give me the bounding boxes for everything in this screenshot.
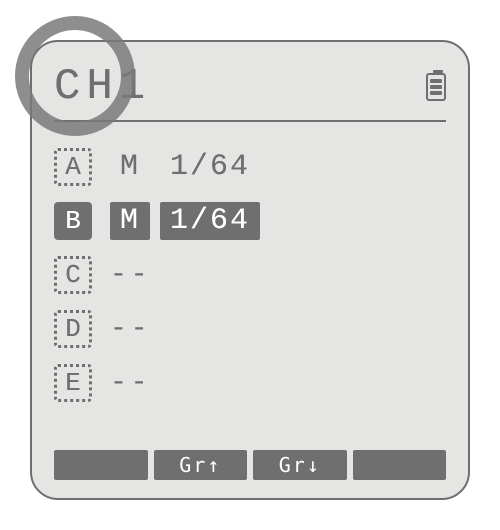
group-empty: --	[110, 260, 152, 291]
group-badge: A	[54, 148, 92, 186]
group-values: M 1/64	[110, 202, 260, 240]
group-mode: M	[110, 202, 150, 240]
group-empty: --	[110, 368, 152, 399]
battery-icon	[426, 73, 446, 101]
softkey-bar: Gr↑ Gr↓	[54, 450, 446, 480]
group-badge: B	[54, 202, 92, 240]
group-badge: D	[54, 310, 92, 348]
softkey-1[interactable]	[54, 450, 148, 480]
group-row-d[interactable]: D --	[54, 302, 446, 356]
group-row-c[interactable]: C --	[54, 248, 446, 302]
group-ratio: 1/64	[160, 202, 260, 240]
group-row-e[interactable]: E --	[54, 356, 446, 410]
group-badge: E	[54, 364, 92, 402]
group-values: M 1/64	[110, 148, 260, 186]
header-bar: CH1	[54, 62, 446, 122]
channel-title: CH1	[54, 62, 151, 112]
softkey-2-group-up[interactable]: Gr↑	[154, 450, 248, 480]
group-mode: M	[110, 148, 150, 186]
group-ratio: 1/64	[160, 148, 260, 186]
softkey-4[interactable]	[353, 450, 447, 480]
device-screen: CH1 A M 1/64 B M 1/64 C	[30, 40, 470, 500]
group-row-b[interactable]: B M 1/64	[54, 194, 446, 248]
group-empty: --	[110, 314, 152, 345]
group-row-a[interactable]: A M 1/64	[54, 140, 446, 194]
group-list: A M 1/64 B M 1/64 C -- D --	[54, 140, 446, 410]
group-badge: C	[54, 256, 92, 294]
softkey-3-group-down[interactable]: Gr↓	[253, 450, 347, 480]
